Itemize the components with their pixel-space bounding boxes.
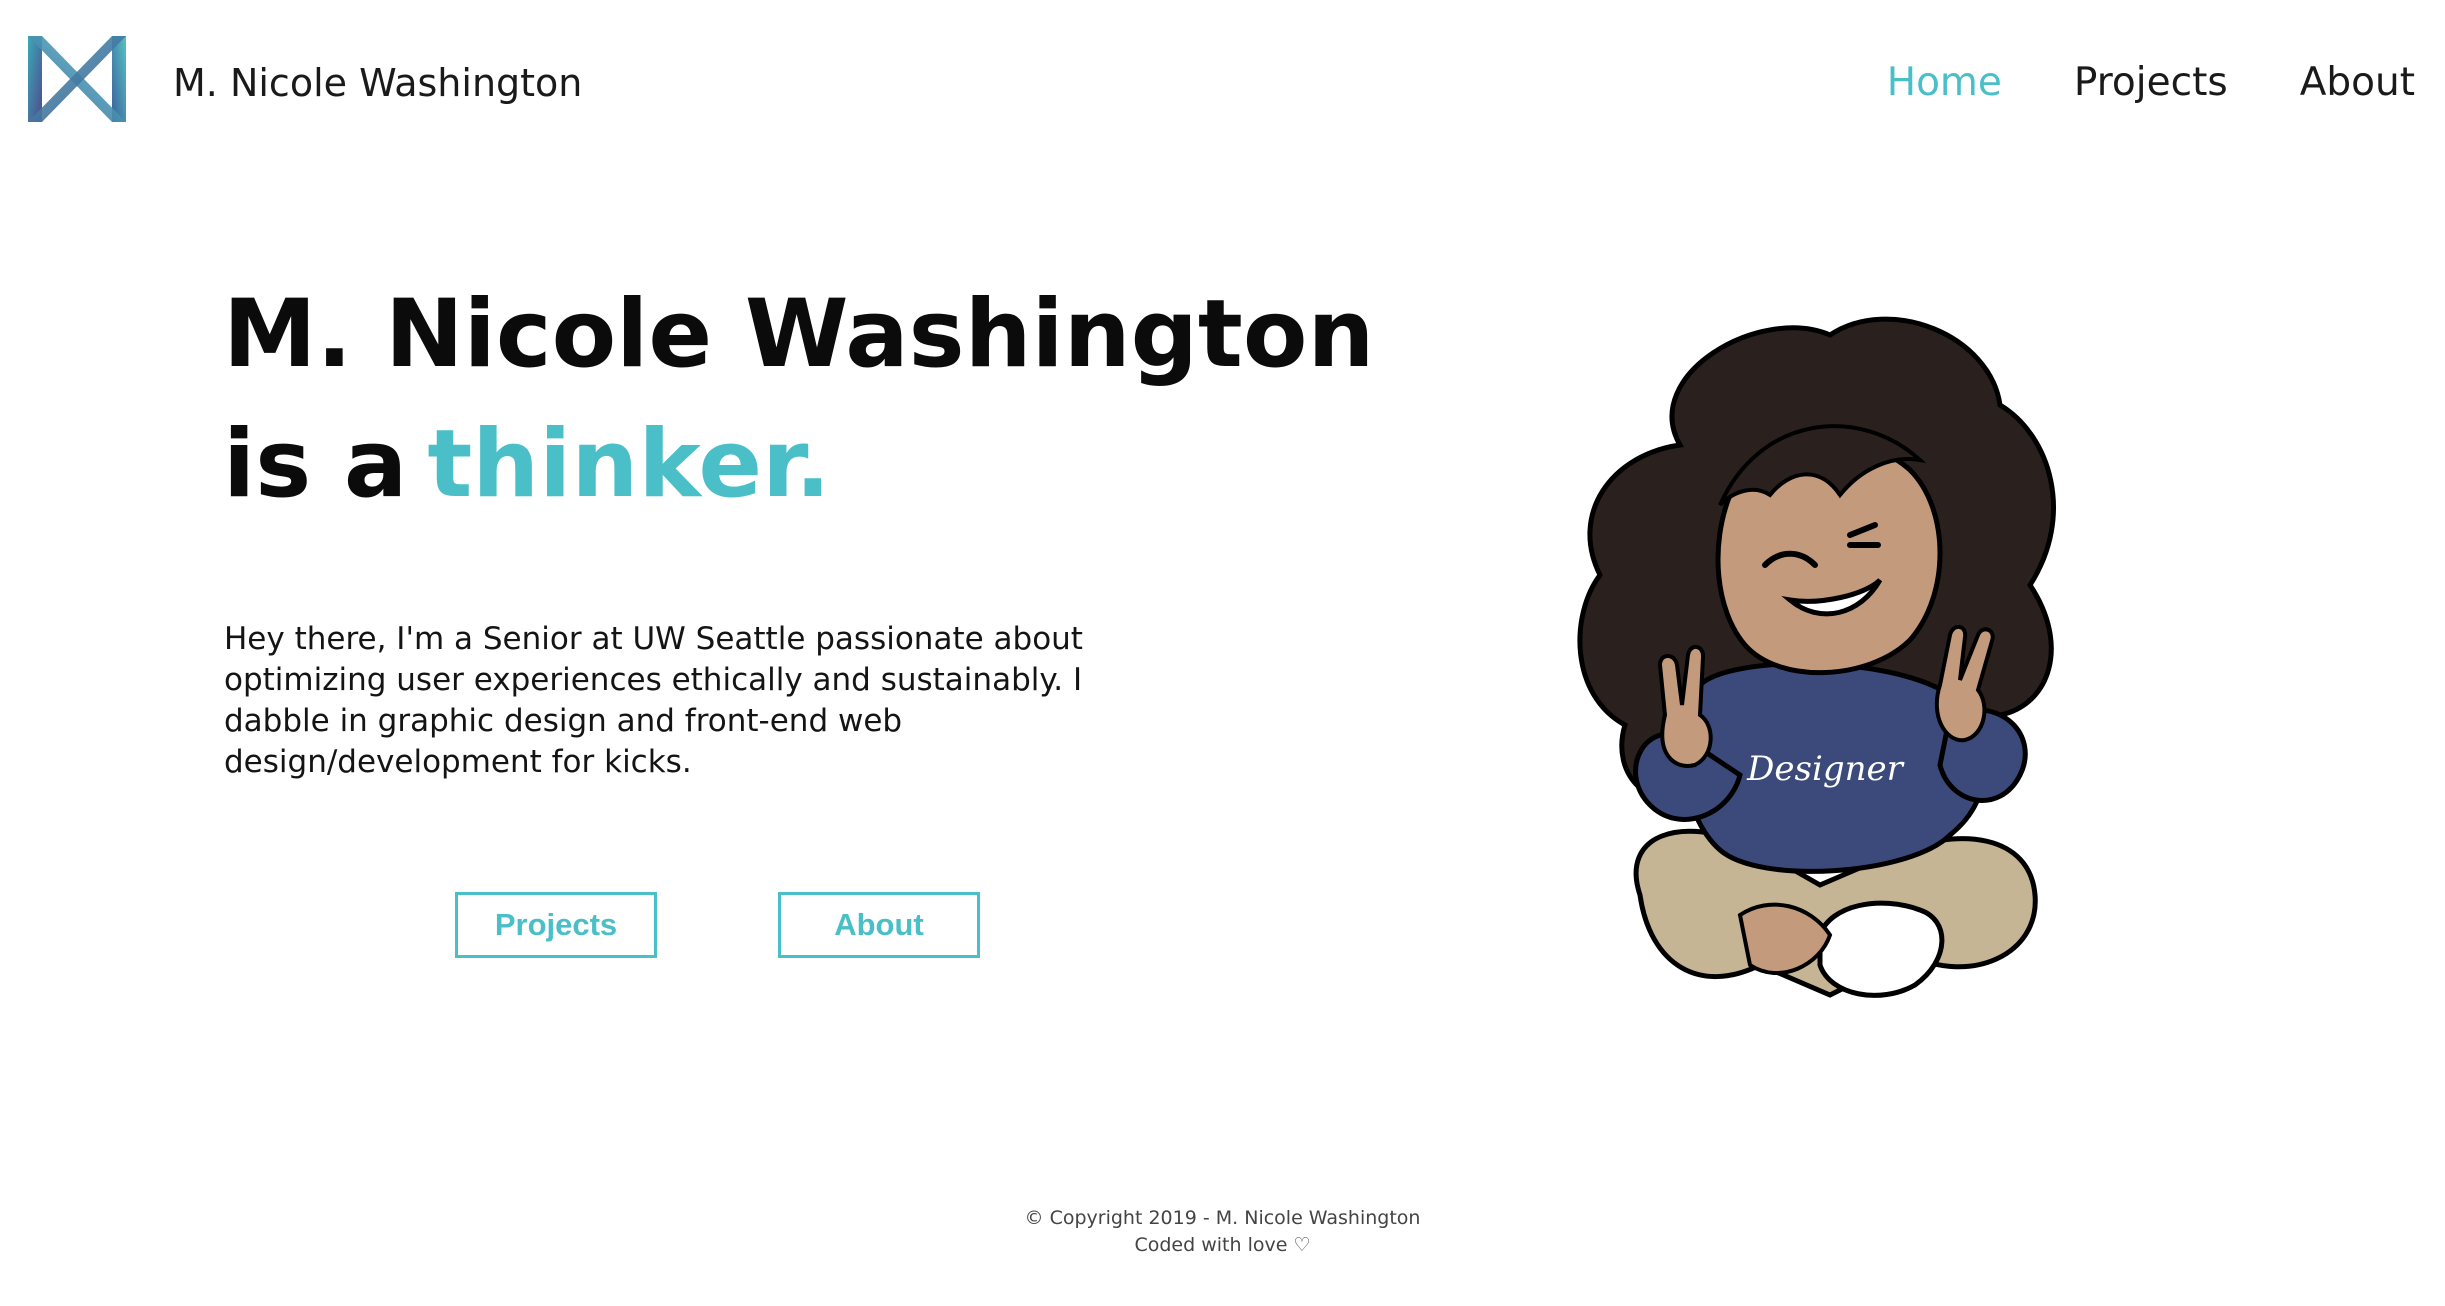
footer: © Copyright 2019 - M. Nicole Washington … (0, 1205, 2445, 1259)
hero-headline: M. Nicole Washington is a thinker. (223, 270, 1374, 530)
main-nav: Home Projects About (1887, 58, 2415, 108)
avatar-illustration: Designer (1577, 316, 2056, 998)
about-button[interactable]: About (778, 892, 980, 958)
nav-home-link[interactable]: Home (1887, 58, 2002, 108)
intro-paragraph: Hey there, I'm a Senior at UW Seattle pa… (224, 621, 1083, 780)
nav-projects-link[interactable]: Projects (2074, 58, 2228, 108)
page: M. Nicole Washington Home Projects About… (0, 0, 2445, 1306)
hoodie-text: Designer (1746, 749, 1904, 789)
headline-accent-word: thinker. (427, 410, 831, 519)
site-name[interactable]: M. Nicole Washington (173, 58, 582, 108)
projects-button[interactable]: Projects (455, 892, 657, 958)
headline-prefix: is a (223, 410, 408, 519)
nav-about-link[interactable]: About (2300, 58, 2415, 108)
bowtie-logo-icon[interactable] (28, 36, 126, 122)
headline-rotator: is a thinker. (223, 400, 1374, 530)
footer-tagline: Coded with love ♡ (1134, 1234, 1311, 1256)
footer-copyright: © Copyright 2019 - M. Nicole Washington (1024, 1207, 1421, 1229)
headline-name: M. Nicole Washington (223, 280, 1375, 389)
